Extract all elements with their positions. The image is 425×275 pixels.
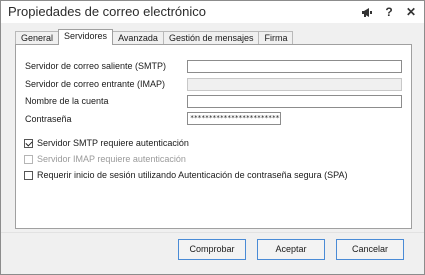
title-bar-icons: ? ✕ — [360, 5, 418, 19]
account-name-input[interactable] — [187, 95, 402, 108]
spa-checkbox-row[interactable]: Requerir inicio de sesión utilizando Aut… — [24, 170, 348, 180]
cancel-button[interactable]: Cancelar — [336, 239, 404, 260]
imap-auth-checkbox-row: Servidor IMAP requiere autenticación — [24, 154, 186, 164]
password-input[interactable]: ************************************ — [187, 112, 281, 125]
spa-label: Requerir inicio de sesión utilizando Aut… — [37, 170, 348, 180]
imap-auth-checkbox — [24, 154, 33, 164]
imap-server-label: Servidor de correo entrante (IMAP) — [25, 79, 166, 89]
password-label: Contraseña — [25, 114, 72, 124]
tab-avanzada[interactable]: Avanzada — [112, 31, 164, 45]
title-bar: Propiedades de correo electrónico ? ✕ — [1, 1, 424, 23]
test-button[interactable]: Comprobar — [178, 239, 246, 260]
smtp-auth-checkbox[interactable] — [24, 138, 33, 148]
imap-server-input[interactable] — [187, 78, 402, 91]
smtp-auth-checkbox-row[interactable]: Servidor SMTP requiere autenticación — [24, 138, 189, 148]
account-name-label: Nombre de la cuenta — [25, 96, 109, 106]
servers-tab-panel: Servidor de correo saliente (SMTP) Servi… — [15, 44, 412, 229]
smtp-server-label: Servidor de correo saliente (SMTP) — [25, 61, 167, 71]
ok-button[interactable]: Aceptar — [257, 239, 325, 260]
megaphone-icon[interactable] — [360, 5, 374, 19]
spa-checkbox[interactable] — [24, 170, 33, 180]
tab-bar: General Servidores Avanzada Gestión de m… — [15, 29, 294, 45]
imap-auth-label: Servidor IMAP requiere autenticación — [37, 154, 186, 164]
help-icon[interactable]: ? — [382, 5, 396, 19]
smtp-server-input[interactable] — [187, 60, 402, 73]
smtp-auth-label: Servidor SMTP requiere autenticación — [37, 138, 189, 148]
tab-servidores[interactable]: Servidores — [58, 29, 114, 45]
footer-divider — [1, 232, 424, 233]
tab-firma[interactable]: Firma — [258, 31, 294, 45]
tab-general[interactable]: General — [15, 31, 60, 45]
email-properties-dialog: Propiedades de correo electrónico ? ✕ Ge… — [0, 0, 425, 275]
close-icon[interactable]: ✕ — [404, 5, 418, 19]
window-title: Propiedades de correo electrónico — [8, 4, 207, 19]
tab-gestion-de-mensajes[interactable]: Gestión de mensajes — [162, 31, 260, 45]
